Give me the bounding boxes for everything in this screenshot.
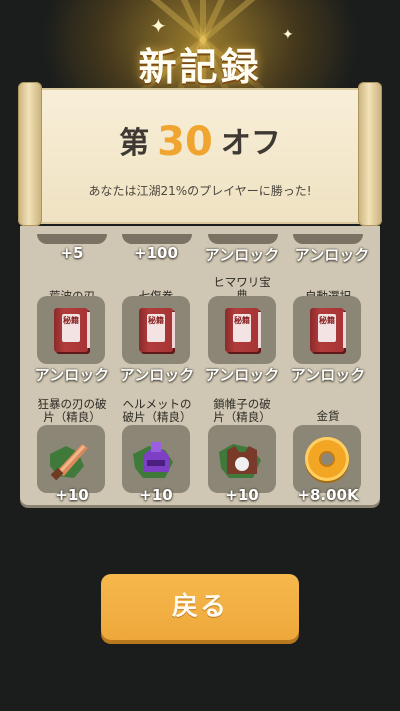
back-button[interactable]: 戻る [101,574,299,640]
reward-cell[interactable]: 秘籍 [37,296,105,364]
red-book-icon: 秘籍 [225,308,261,352]
helmet-fragment-icon [133,442,173,478]
reward-cell-top [208,234,278,244]
reward-cell-top [122,234,192,244]
reward-cell[interactable] [122,425,190,493]
reward-value: +10 [139,486,173,504]
reward-value: +8.00K [297,486,359,504]
red-book-icon: 秘籍 [54,308,90,352]
reward-name: 金貨 [316,409,340,423]
reward-value: アンロック [290,366,366,384]
reward-value: アンロック [204,366,280,384]
sparkle-icon: ✦ [150,14,167,38]
sword-fragment-icon [50,444,88,481]
reward-value: +10 [225,486,259,504]
reward-value: +5 [60,244,84,262]
rank-prefix: 第 [119,126,150,161]
reward-name: 狂暴の刃の破 片（精良） [37,397,107,424]
rank-number: 30 [157,119,213,165]
reward-name: 鎖帷子の破 片（精良） [213,397,271,424]
reward-cell[interactable]: 秘籍 [293,296,361,364]
chainmail-fragment-icon [219,444,261,478]
reward-name: ヘルメットの 破片（精良） [122,397,192,424]
reward-cell[interactable] [293,425,361,493]
reward-value: +10 [55,486,89,504]
reward-cell-top [293,234,363,244]
red-book-icon: 秘籍 [139,308,175,352]
result-scroll: 第 30 オフ あなたは江湖21%のプレイヤーに勝った! [18,82,382,226]
reward-value: アンロック [204,246,280,264]
reward-cell[interactable]: 秘籍 [122,296,190,364]
reward-cell[interactable] [37,425,105,493]
reward-cell-top [37,234,107,244]
rewards-panel: +5 +100 アンロック アンロック 荒波の刃 七傷拳 ヒマワリ宝 典 自動選… [20,226,380,505]
red-book-icon: 秘籍 [310,308,346,352]
reward-cell[interactable] [208,425,276,493]
result-subtitle: あなたは江湖21%のプレイヤーに勝った! [88,184,312,198]
rank-suffix: オフ [220,126,281,161]
reward-cell[interactable]: 秘籍 [208,296,276,364]
reward-value: アンロック [294,246,370,264]
rank-display: 第 30 オフ [18,118,382,165]
gold-coin-icon [305,437,349,481]
reward-value: +100 [134,244,178,262]
